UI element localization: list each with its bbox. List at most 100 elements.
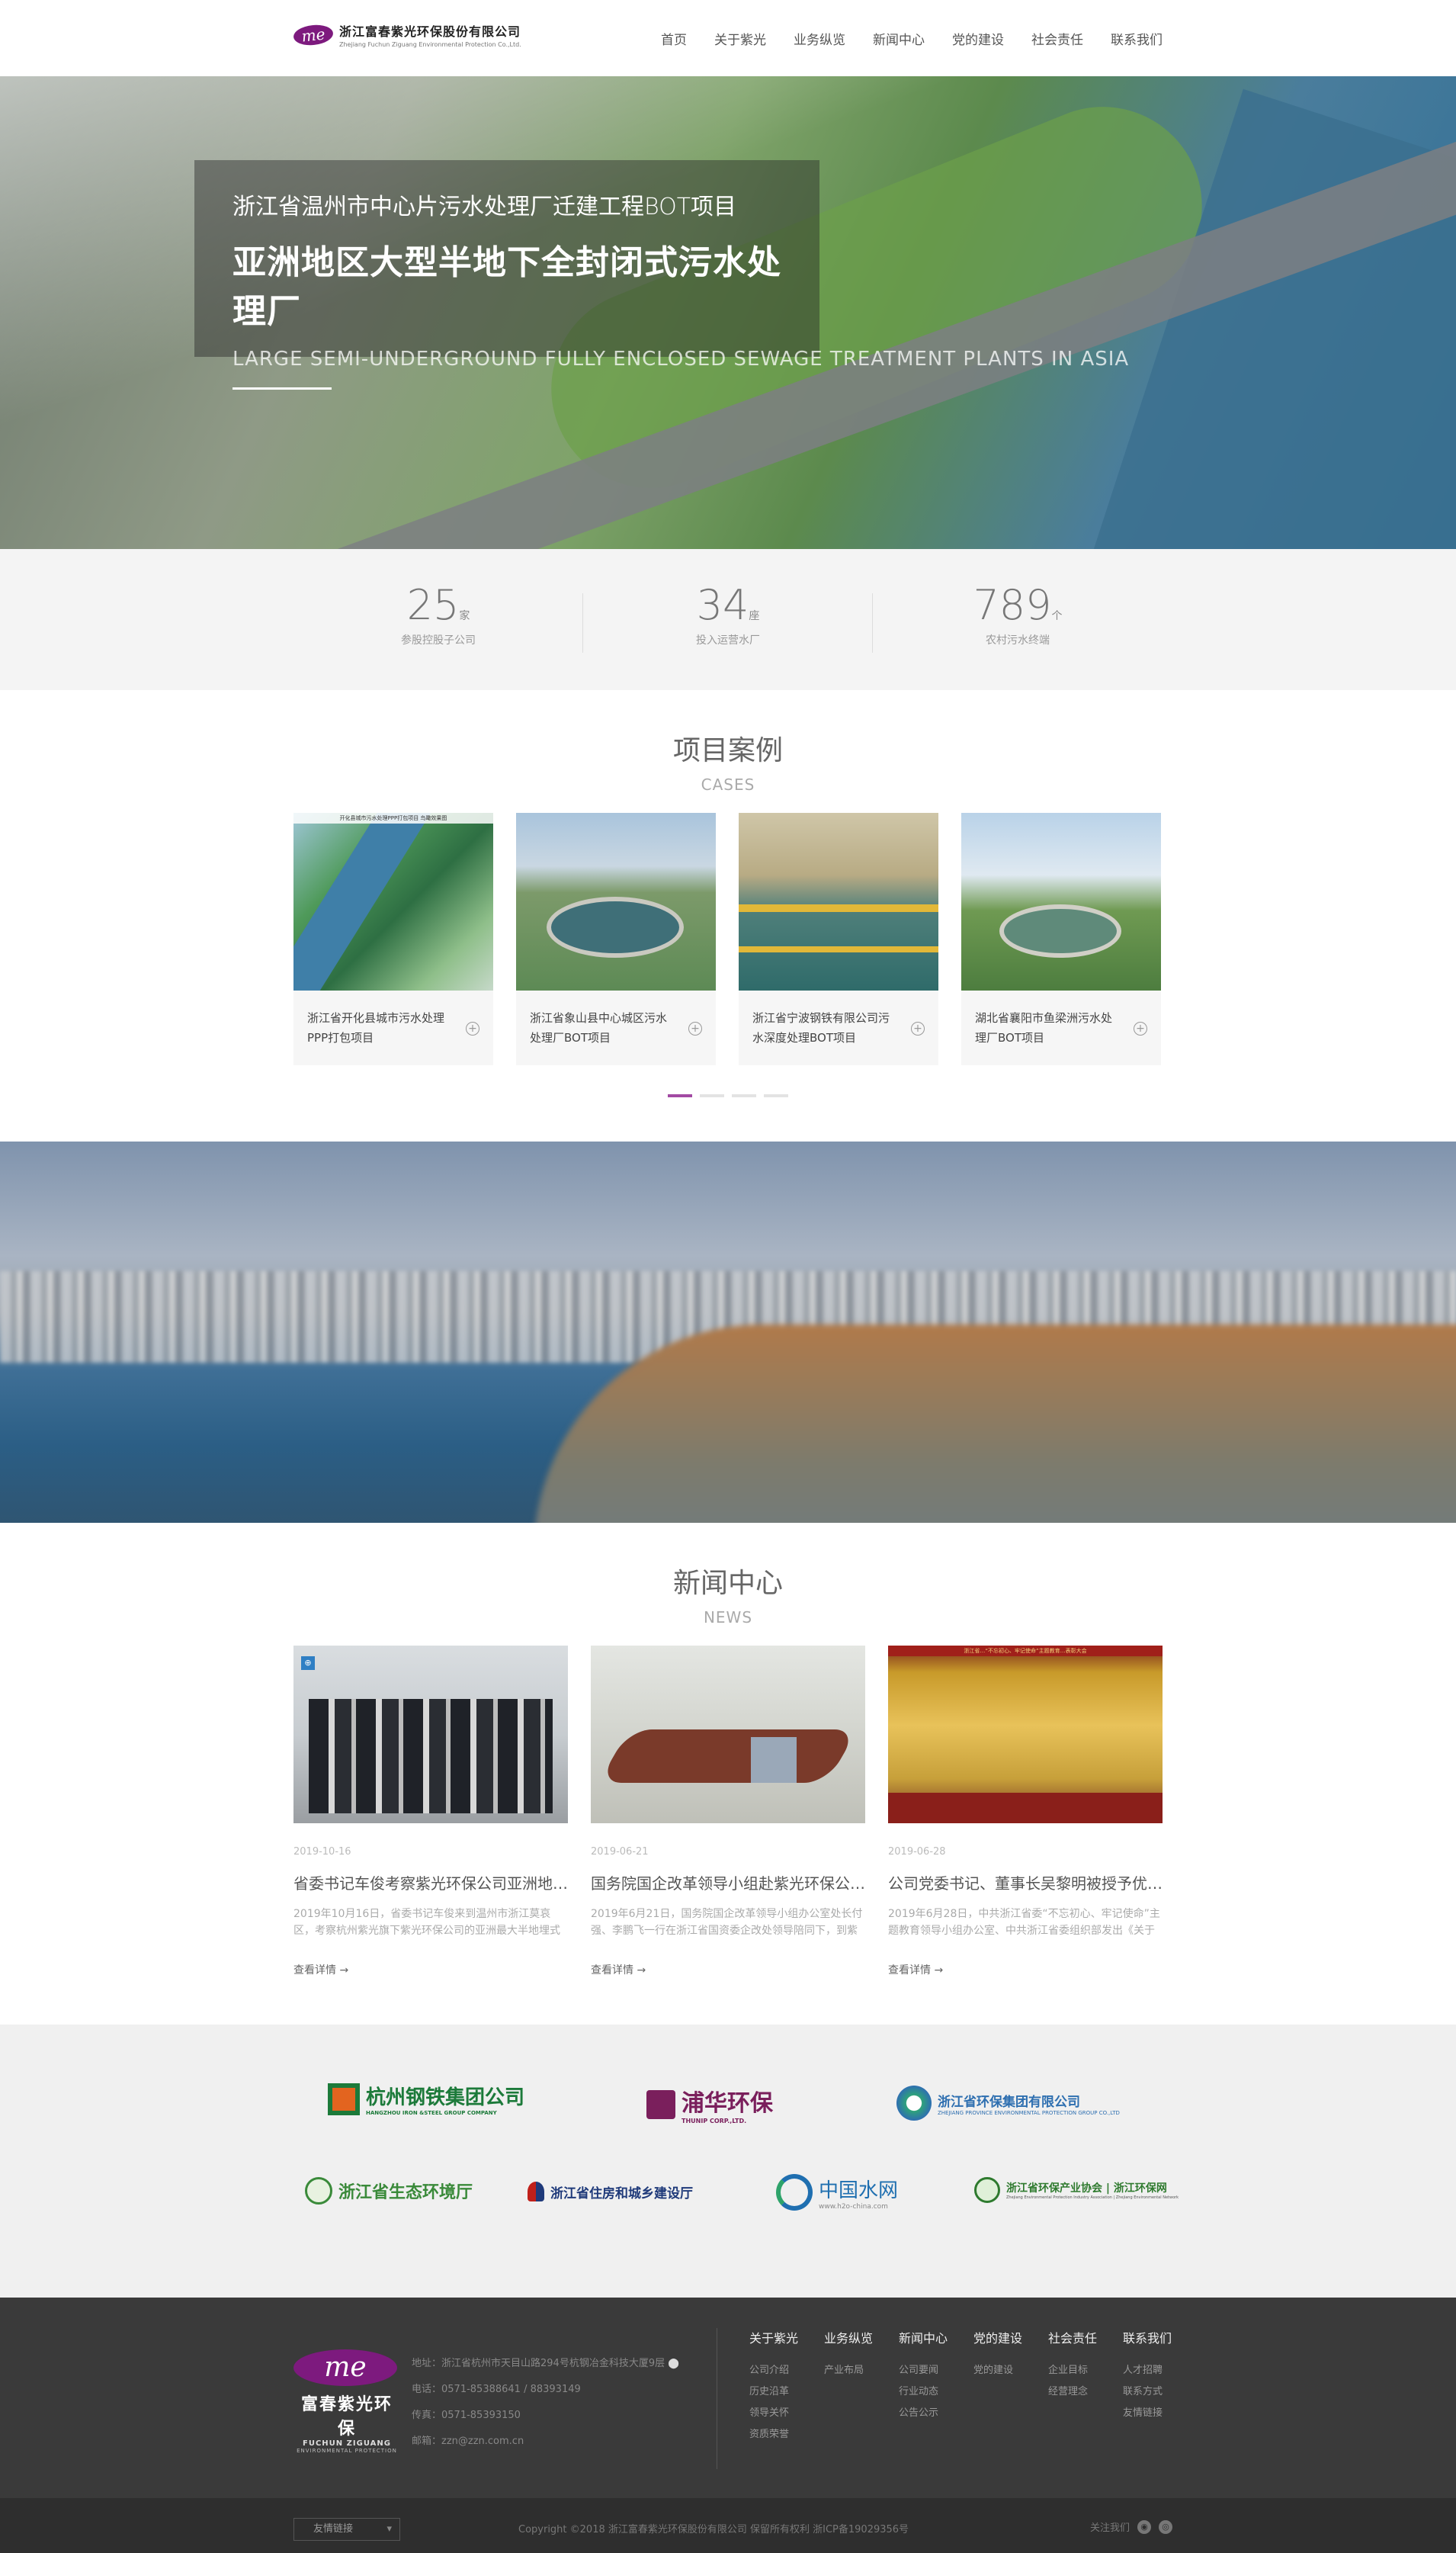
partner-name: 浦华环保: [681, 2090, 773, 2117]
footer-logo-cn: 富春紫光环保: [300, 2395, 393, 2439]
nav-business[interactable]: 业务纵览: [794, 29, 845, 48]
stat-unit: 家: [459, 610, 470, 622]
partner-thunip[interactable]: 浦华环保 THUNIP CORP.,LTD.: [646, 2084, 773, 2124]
hero-english: LARGE SEMI-UNDERGROUND FULLY ENCLOSED SE…: [233, 348, 1130, 371]
news-date: 2019-10-16: [293, 1846, 351, 1858]
case-card[interactable]: 开化县城市污水处理PPP打包项目 鸟瞰效果图 浙江省开化县城市污水处理PPP打包…: [293, 813, 493, 1065]
partner-zj-env-industry-assoc[interactable]: 浙江省环保产业协会 | 浙江环保网 Zhejiang Environmental…: [974, 2177, 1182, 2203]
footer-logo-en2: ENVIRONMENTAL PROTECTION: [297, 2448, 397, 2454]
stat-label: 投入运营水厂: [696, 634, 760, 647]
nav-news[interactable]: 新闻中心: [873, 29, 925, 48]
footer-link[interactable]: 产业布局: [824, 2360, 899, 2381]
footer-col-title[interactable]: 关于紫光: [749, 2328, 824, 2346]
footer-bottom-bar: 友情链接 Copyright ©2018 浙江富春紫光环保股份有限公司 保留所有…: [0, 2498, 1456, 2553]
pagination-dot[interactable]: [668, 1094, 692, 1097]
news-summary: 2019年10月16日，省委书记车俊来到温州市浙江莫哀区，考察杭州紫光旗下紫光环…: [293, 1908, 560, 1937]
nav-about[interactable]: 关于紫光: [714, 29, 766, 48]
footer-col-title[interactable]: 党的建设: [973, 2328, 1048, 2346]
footer-address: 地址：浙江省杭州市天目山路294号杭钢冶金科技大厦9层: [412, 2358, 665, 2369]
footer-link[interactable]: 公司介绍: [749, 2360, 824, 2381]
location-pin-icon[interactable]: ⬤: [668, 2358, 679, 2369]
footer-link[interactable]: 历史沿革: [749, 2381, 824, 2403]
zj-env-group-logo-icon: [896, 2086, 932, 2121]
h2o-china-logo-icon: [776, 2174, 813, 2211]
news-headline[interactable]: 省委书记车俊考察紫光环保公司亚洲地区大型半地下全封闭式污水处理厂: [293, 1871, 568, 1893]
cases-english: CASES: [701, 776, 755, 794]
news-card[interactable]: 浙江省…“不忘初心、牢记使命”主题教育…表彰大会 2019-06-28 公司党委…: [888, 1646, 1163, 1977]
footer-col-title[interactable]: 业务纵览: [824, 2328, 899, 2346]
emblem-icon: [305, 2177, 332, 2205]
footer-link[interactable]: 党的建设: [973, 2360, 1048, 2381]
plus-circle-icon[interactable]: +: [911, 1022, 925, 1036]
news-card[interactable]: ⊕ 2019-10-16 省委书记车俊考察紫光环保公司亚洲地区大型半地下全封闭式…: [293, 1646, 568, 1977]
case-card[interactable]: 湖北省襄阳市鱼梁洲污水处理厂BOT项目 +: [961, 813, 1161, 1065]
photo-badge-icon: ⊕: [301, 1656, 315, 1670]
friend-links-select[interactable]: 友情链接: [293, 2518, 400, 2541]
case-card[interactable]: 浙江省象山县中心城区污水处理厂BOT项目 +: [516, 813, 716, 1065]
footer-link[interactable]: 企业目标: [1048, 2360, 1123, 2381]
cases-title: 项目案例: [672, 735, 783, 766]
footer-link[interactable]: 公司要闻: [899, 2360, 973, 2381]
read-more-link[interactable]: 查看详情 →: [293, 1962, 568, 1977]
footer-link[interactable]: 经营理念: [1048, 2381, 1123, 2403]
footer-link[interactable]: 友情链接: [1123, 2403, 1198, 2424]
footer-link[interactable]: 公告公示: [899, 2403, 973, 2424]
assoc-logo-icon: [974, 2177, 1000, 2203]
hero-underline: [233, 387, 332, 390]
footer-link[interactable]: 联系方式: [1123, 2381, 1198, 2403]
footer-logo[interactable]: me 富春紫光环保 FUCHUN ZIGUANG ENVIRONMENTAL P…: [293, 2349, 400, 2454]
footer-fax: 传真：0571-85393150: [412, 2410, 521, 2421]
case-list: 开化县城市污水处理PPP打包项目 鸟瞰效果图 浙江省开化县城市污水处理PPP打包…: [293, 813, 1163, 1065]
news-list: ⊕ 2019-10-16 省委书记车俊考察紫光环保公司亚洲地区大型半地下全封闭式…: [293, 1646, 1163, 1977]
plus-circle-icon[interactable]: +: [1134, 1022, 1147, 1036]
stat-value: 789: [973, 581, 1052, 629]
partner-zj-env-group[interactable]: 浙江省环保集团有限公司 ZHEJIANG PROVINCE ENVIRONMEN…: [896, 2086, 1120, 2121]
follow-label: 关注我们: [1089, 2522, 1130, 2534]
partner-h2o-china[interactable]: 中国水网 www.h2o-china.com: [776, 2174, 898, 2211]
footer-link[interactable]: 资质荣誉: [749, 2424, 824, 2445]
plus-circle-icon[interactable]: +: [688, 1022, 702, 1036]
stat-label: 农村污水终端: [986, 634, 1050, 647]
nav-contact[interactable]: 联系我们: [1111, 29, 1163, 48]
news-headline[interactable]: 国务院国企改革领导小组赴紫光环保公司调研: [591, 1871, 865, 1893]
partner-hangzhou-steel[interactable]: 杭州钢铁集团公司 HANGZHOU IRON &STEEL GROUP COMP…: [328, 2082, 524, 2116]
read-more-link[interactable]: 查看详情 →: [888, 1962, 1163, 1977]
news-card[interactable]: 2019-06-21 国务院国企改革领导小组赴紫光环保公司调研 2019年6月2…: [591, 1646, 865, 1977]
hero-banner[interactable]: 浙江省温州市中心片污水处理厂迁建工程BOT项目 亚洲地区大型半地下全封闭式污水处…: [0, 76, 1456, 549]
footer-col-title[interactable]: 社会责任: [1048, 2328, 1123, 2346]
company-logo[interactable]: me 浙江富春紫光环保股份有限公司 Zhejiang Fuchun Ziguan…: [292, 21, 521, 48]
site-header: me 浙江富春紫光环保股份有限公司 Zhejiang Fuchun Ziguan…: [0, 0, 1456, 76]
copyright-text: Copyright ©2018 浙江富春紫光环保股份有限公司 保留所有权利 浙I…: [518, 2524, 909, 2535]
stat-unit: 个: [1051, 610, 1063, 622]
company-name-en: Zhejiang Fuchun Ziguang Environmental Pr…: [339, 41, 521, 48]
case-card[interactable]: 浙江省宁波钢铁有限公司污水深度处理BOT项目 +: [739, 813, 938, 1065]
footer-link[interactable]: 人才招聘: [1123, 2360, 1198, 2381]
partner-zj-housing-dept[interactable]: 浙江省住房和城乡建设厅: [528, 2182, 693, 2201]
weibo-icon[interactable]: ◎: [1159, 2519, 1172, 2534]
news-summary: 2019年6月28日，中共浙江省委“不忘初心、牢记使命”主题教育领导小组办公室、…: [888, 1908, 1160, 1937]
footer-col-title[interactable]: 联系我们: [1123, 2328, 1198, 2346]
plus-circle-icon[interactable]: +: [466, 1022, 479, 1036]
nav-responsibility[interactable]: 社会责任: [1031, 29, 1083, 48]
pagination-dot[interactable]: [732, 1094, 756, 1097]
footer-logo-mark: me: [293, 2349, 397, 2386]
nav-home[interactable]: 首页: [661, 29, 687, 48]
nav-party[interactable]: 党的建设: [952, 29, 1004, 48]
wechat-icon[interactable]: ◉: [1137, 2519, 1151, 2534]
footer-col-contact: 联系我们 人才招聘 联系方式 友情链接: [1123, 2328, 1198, 2445]
partner-name: 中国水网: [819, 2179, 899, 2202]
footer-col-title[interactable]: 新闻中心: [899, 2328, 973, 2346]
footer-link[interactable]: 领导关怀: [749, 2403, 824, 2424]
footer-nav: 关于紫光 公司介绍 历史沿革 领导关怀 资质荣誉 业务纵览 产业布局 新闻中心 …: [749, 2328, 1198, 2445]
read-more-link[interactable]: 查看详情 →: [591, 1962, 865, 1977]
news-image: 浙江省…“不忘初心、牢记使命”主题教育…表彰大会: [888, 1646, 1163, 1823]
stat-unit: 座: [749, 610, 760, 622]
stat-label: 参股控股子公司: [401, 634, 476, 647]
footer-link[interactable]: 行业动态: [899, 2381, 973, 2403]
partner-sub: Zhejiang Environmental Protection Indust…: [1006, 2195, 1179, 2200]
partner-zj-ecology-dept[interactable]: 浙江省生态环境厅: [305, 2177, 473, 2205]
case-image: [516, 813, 716, 991]
pagination-dot[interactable]: [764, 1094, 788, 1097]
news-headline[interactable]: 公司党委书记、董事长吴黎明被授予优秀共产党员称号: [888, 1871, 1163, 1893]
pagination-dot[interactable]: [700, 1094, 724, 1097]
